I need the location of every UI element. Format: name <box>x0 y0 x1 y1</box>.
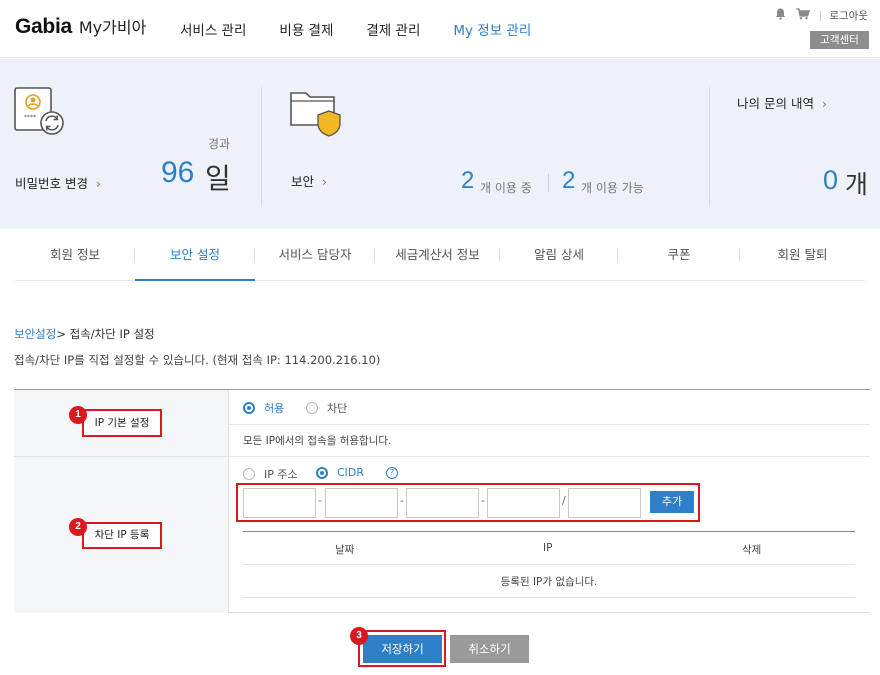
column-date: 날짜 <box>335 544 355 556</box>
ip-separator: / <box>562 494 566 507</box>
column-ip: IP <box>543 542 553 554</box>
settings-tabs: 회원 정보 보안 설정 서비스 담당자 세금계산서 정보 알림 상세 쿠폰 회원… <box>15 229 865 281</box>
row-divider <box>229 456 870 457</box>
radio-allow[interactable]: 허용 <box>243 400 284 416</box>
radio-ip-address-label: IP 주소 <box>264 468 298 481</box>
top-header: Gabia My가비아 서비스 관리 비용 결제 결제 관리 My 정보 관리 … <box>0 0 880 58</box>
utility-menu: 로그아웃 <box>775 8 868 23</box>
security-divider <box>548 174 549 192</box>
global-nav: 서비스 관리 비용 결제 결제 관리 My 정보 관리 <box>180 19 564 39</box>
cancel-button[interactable]: 취소하기 <box>450 635 529 663</box>
tab-security-settings[interactable]: 보안 설정 <box>135 229 255 281</box>
nav-service-management[interactable]: 서비스 관리 <box>180 19 246 39</box>
ip-octet-3-input[interactable] <box>406 488 479 518</box>
tab-label: 세금계산서 정보 <box>395 247 480 262</box>
tab-label: 회원 탈퇴 <box>777 247 828 262</box>
tab-label: 서비스 담당자 <box>278 247 352 262</box>
inquiry-count: 0 <box>823 165 839 195</box>
logo-brand: Gabia <box>15 15 72 38</box>
security-link[interactable]: 보안 › <box>291 171 327 190</box>
column-delete: 삭제 <box>742 544 762 556</box>
ip-octet-1-input[interactable] <box>243 488 316 518</box>
tab-notification-detail[interactable]: 알림 상세 <box>500 229 618 280</box>
radio-indicator <box>316 466 328 479</box>
logout-link[interactable]: 로그아웃 <box>829 8 868 23</box>
tab-service-manager[interactable]: 서비스 담당자 <box>255 229 375 280</box>
elapsed-label: 경과 <box>208 137 231 151</box>
security-in-use-text: 개 이용 중 <box>480 181 532 195</box>
radio-indicator <box>243 402 255 414</box>
security-available-text: 개 이용 가능 <box>581 181 644 195</box>
tab-withdrawal[interactable]: 회원 탈퇴 <box>740 229 865 280</box>
password-change-label: 비밀번호 변경 <box>15 176 88 191</box>
inquiry-link[interactable]: 나의 문의 내역 › <box>737 93 827 112</box>
ip-separator: - <box>481 494 485 507</box>
tab-label: 회원 정보 <box>50 247 100 262</box>
security-available-count: 2 <box>562 167 576 194</box>
tab-label: 쿠폰 <box>667 247 691 262</box>
empty-list-message: 등록된 IP가 없습니다. <box>243 566 855 598</box>
help-icon[interactable]: ? <box>386 467 398 479</box>
elapsed-days: 96 <box>161 156 195 189</box>
step-badge-3: 3 <box>350 627 368 645</box>
chevron-right-icon: › <box>821 96 827 111</box>
step-badge-2: 2 <box>69 518 87 536</box>
radio-block[interactable]: 차단 <box>306 400 347 416</box>
radio-ip-address[interactable]: IP 주소 <box>243 466 298 482</box>
ip-octet-2-input[interactable] <box>325 488 398 518</box>
customer-center-button[interactable]: 고객센터 <box>810 31 869 49</box>
radio-block-label: 차단 <box>327 402 348 415</box>
util-divider <box>820 10 822 21</box>
block-ip-register-label: 차단 IP 등록 <box>82 522 162 549</box>
elapsed-days-unit: 일 <box>205 162 231 195</box>
folder-shield-icon <box>290 87 344 143</box>
save-button[interactable]: 저장하기 <box>363 635 442 663</box>
radio-indicator <box>243 468 255 480</box>
radio-cidr[interactable]: CIDR <box>316 466 364 479</box>
password-change-link[interactable]: 비밀번호 변경 › <box>15 173 101 192</box>
chevron-right-icon: › <box>95 176 101 191</box>
nav-billing-payment[interactable]: 비용 결제 <box>279 19 333 39</box>
chevron-right-icon: › <box>322 174 328 189</box>
ip-separator: - <box>318 494 322 507</box>
id-card-refresh-icon: **** <box>14 87 66 141</box>
bell-icon[interactable] <box>775 8 786 23</box>
ip-separator: - <box>400 494 404 507</box>
tab-tax-invoice[interactable]: 세금계산서 정보 <box>375 229 500 280</box>
radio-cidr-label: CIDR <box>337 466 365 479</box>
allow-all-note: 모든 IP에서의 접속을 허용합니다. <box>243 435 392 447</box>
nav-payment-management[interactable]: 결제 관리 <box>366 19 420 39</box>
breadcrumb-current: > 접속/차단 IP 설정 <box>56 327 155 341</box>
tab-coupon[interactable]: 쿠폰 <box>618 229 740 280</box>
tab-label: 알림 상세 <box>534 247 584 262</box>
security-in-use-count: 2 <box>461 167 475 194</box>
ip-default-setting-label: IP 기본 설정 <box>82 409 162 437</box>
breadcrumb: 보안설정> 접속/차단 IP 설정 <box>14 326 155 342</box>
logo-sub: My가비아 <box>78 18 147 37</box>
row-divider <box>229 424 870 425</box>
summary-divider <box>261 87 262 207</box>
svg-text:****: **** <box>24 114 36 121</box>
account-summary: **** 비밀번호 변경 › 경과 96 일 보안 › 2 개 이용 중 2 개 이… <box>0 59 880 229</box>
add-ip-button[interactable]: 추가 <box>650 491 694 513</box>
page-description: 접속/차단 IP를 직접 설정할 수 있습니다. (현재 접속 IP: 114.… <box>14 353 381 367</box>
nav-my-info[interactable]: My 정보 관리 <box>453 19 531 39</box>
breadcrumb-security-link[interactable]: 보안설정 <box>14 327 56 341</box>
inquiry-count-unit: 개 <box>845 170 869 199</box>
radio-indicator <box>306 402 318 414</box>
step-badge-1: 1 <box>69 406 87 424</box>
radio-allow-label: 허용 <box>264 402 285 415</box>
tab-label: 보안 설정 <box>170 247 220 262</box>
summary-divider <box>709 87 710 207</box>
tab-member-info[interactable]: 회원 정보 <box>15 229 135 280</box>
cart-icon[interactable] <box>796 8 811 23</box>
logo[interactable]: Gabia My가비아 <box>15 14 146 39</box>
ip-octet-4-input[interactable] <box>487 488 560 518</box>
security-label: 보안 <box>291 174 315 189</box>
blocked-ip-list-header: 날짜 IP 삭제 <box>243 531 855 565</box>
cidr-prefix-input[interactable] <box>568 488 641 518</box>
inquiry-label: 나의 문의 내역 <box>737 96 814 111</box>
